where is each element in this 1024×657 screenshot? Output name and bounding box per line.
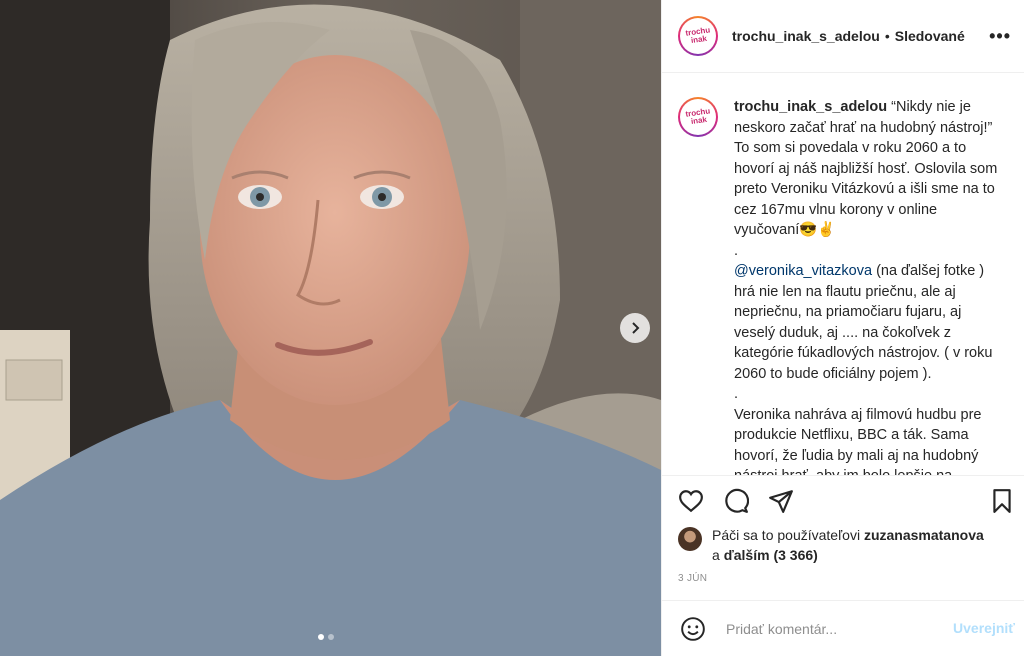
carousel-dot-1	[318, 634, 324, 640]
liker-avatar[interactable]	[678, 527, 702, 551]
likes-and: a	[712, 547, 724, 563]
avatar[interactable]: trochu inak	[678, 16, 718, 56]
caption-part-1: “Nikdy nie je neskoro začať hrať na hudo…	[734, 99, 998, 259]
header-separator: •	[884, 28, 890, 44]
more-options-icon[interactable]: •••	[989, 26, 1011, 47]
post-header: trochu inak trochu_inak_s_adelou • Sledo…	[662, 0, 1024, 73]
post-side-panel: trochu inak trochu_inak_s_adelou • Sledo…	[661, 0, 1024, 656]
header-username[interactable]: trochu_inak_s_adelou	[732, 28, 880, 44]
carousel-next-button[interactable]	[620, 313, 650, 343]
caption-mention-link[interactable]: @veronika_vitazkova	[734, 263, 872, 279]
caption-section: trochu inak trochu_inak_s_adelou “Nikdy …	[662, 73, 1024, 475]
carousel-dot-2	[328, 634, 334, 640]
instagram-post-modal: trochu inak trochu_inak_s_adelou • Sledo…	[0, 0, 1024, 656]
post-photo[interactable]	[0, 0, 661, 656]
action-bar	[662, 475, 1024, 526]
brand-logo: trochu inak	[684, 25, 711, 46]
likes-summary: Páči sa to používateľovi zuzanasmatanova…	[678, 525, 1018, 565]
smiley-icon[interactable]	[680, 616, 706, 642]
post-comment-button[interactable]: Uverejniť	[953, 620, 1015, 636]
comment-form: Uverejniť	[662, 600, 1024, 657]
bookmark-icon[interactable]	[989, 488, 1015, 514]
comment-input[interactable]	[724, 620, 938, 638]
portrait-image	[0, 0, 661, 656]
comment-bubble-icon[interactable]	[723, 488, 749, 514]
heart-icon[interactable]	[678, 488, 704, 514]
likes-prefix: Páči sa to používateľovi	[712, 527, 864, 543]
follow-status-button[interactable]: Sledované	[895, 28, 965, 44]
paper-plane-icon[interactable]	[768, 488, 794, 514]
avatar[interactable]: trochu inak	[678, 97, 718, 137]
brand-logo: trochu inak	[684, 106, 711, 127]
caption-part-2: (na ďalšej fotke ) hrá nie len na flautu…	[734, 263, 993, 475]
caption-username[interactable]: trochu_inak_s_adelou	[734, 99, 887, 115]
post-date[interactable]: 3 JÚN	[678, 573, 707, 584]
carousel-indicator	[318, 634, 334, 640]
likes-others-link[interactable]: ďalším (3 366)	[724, 547, 818, 563]
caption-text: trochu_inak_s_adelou “Nikdy nie je nesko…	[734, 97, 1004, 475]
chevron-right-icon	[632, 322, 640, 334]
liker-username[interactable]: zuzanasmatanova	[864, 527, 984, 543]
